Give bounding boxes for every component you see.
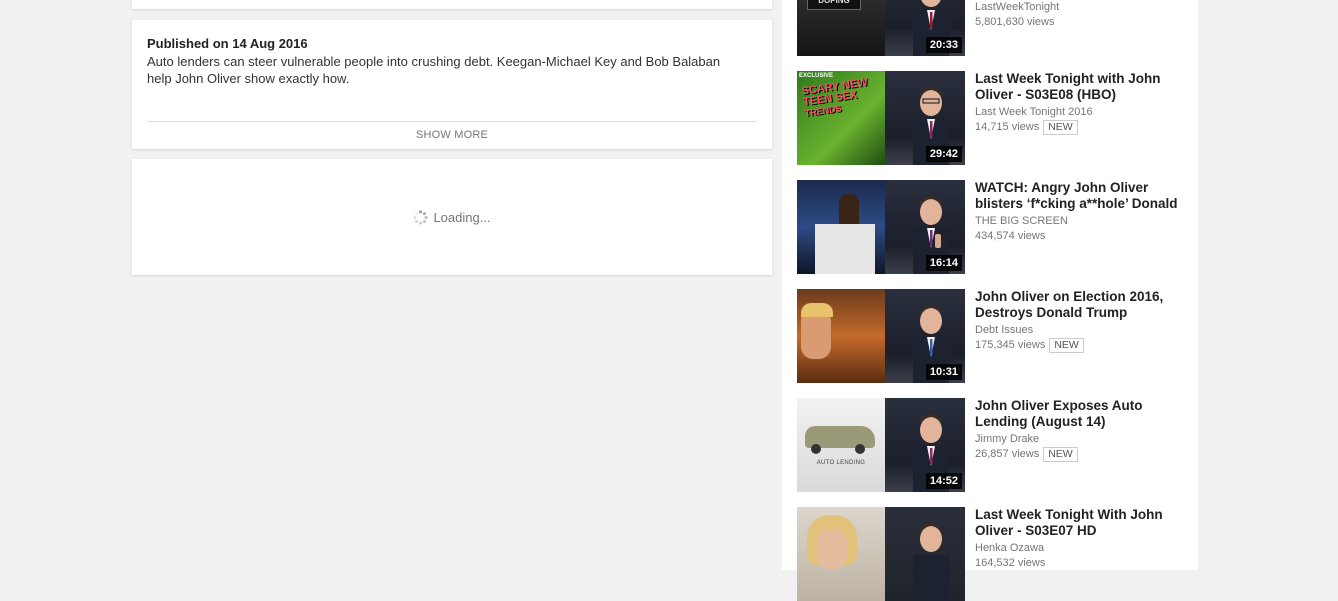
- divider: [147, 121, 757, 122]
- related-video-item[interactable]: DOPING 20:33 LastWeekTonight 5,801,630 v…: [797, 0, 1177, 56]
- video-duration: 10:31: [925, 364, 962, 380]
- channel-name[interactable]: THE BIG SCREEN: [975, 214, 1180, 228]
- video-title[interactable]: John Oliver Exposes Auto Lending (August…: [975, 398, 1180, 430]
- description-text: Auto lenders can steer vulnerable people…: [147, 54, 721, 86]
- video-duration: 20:33: [925, 37, 962, 53]
- video-thumbnail[interactable]: [797, 507, 965, 601]
- related-video-item[interactable]: Last Week Tonight With John Oliver - S03…: [797, 507, 1177, 601]
- video-thumbnail[interactable]: DOPING 20:33: [797, 0, 965, 56]
- video-thumbnail[interactable]: 16:14: [797, 180, 965, 274]
- view-count: 5,801,630 views: [975, 16, 1055, 28]
- view-count: 26,857 views: [975, 448, 1040, 460]
- video-thumbnail[interactable]: AUTO LENDING 14:52: [797, 398, 965, 492]
- video-info-card: [132, 0, 772, 9]
- loading-label: Loading...: [433, 210, 491, 225]
- view-count: 175,345 views: [975, 339, 1046, 351]
- thumbnail-tag: EXCLUSIVE: [799, 73, 834, 79]
- channel-name[interactable]: Debt Issues: [975, 323, 1180, 337]
- related-video-item[interactable]: 10:31 John Oliver on Election 2016, Dest…: [797, 289, 1177, 383]
- related-video-item[interactable]: 16:14 WATCH: Angry John Oliver blisters …: [797, 180, 1180, 274]
- video-duration: 16:14: [925, 255, 962, 271]
- channel-name[interactable]: LastWeekTonight: [975, 0, 1180, 14]
- video-duration: 29:42: [925, 146, 962, 162]
- video-title[interactable]: John Oliver on Election 2016, Destroys D…: [975, 289, 1180, 321]
- video-title[interactable]: Last Week Tonight with John Oliver - S03…: [975, 71, 1180, 103]
- loading-spinner-icon: [413, 210, 429, 225]
- show-more-button[interactable]: SHOW MORE: [132, 129, 772, 141]
- video-duration: 14:52: [925, 473, 962, 489]
- thumbnail-caption: DOPING: [807, 0, 861, 10]
- published-date: Published on 14 Aug 2016: [147, 36, 308, 51]
- thumbnail-caption: AUTO LENDING: [816, 460, 866, 466]
- comments-card: Loading...: [132, 159, 772, 275]
- new-badge: NEW: [1043, 447, 1078, 462]
- video-title[interactable]: WATCH: Angry John Oliver blisters ‘f*cki…: [975, 180, 1180, 212]
- related-video-item[interactable]: EXCLUSIVE SCARY NEW TEEN SEX TRENDS 29:4…: [797, 71, 1177, 165]
- view-count: 164,532 views: [975, 557, 1046, 569]
- channel-name[interactable]: Jimmy Drake: [975, 432, 1180, 446]
- related-videos-sidebar: DOPING 20:33 LastWeekTonight 5,801,630 v…: [782, 0, 1198, 601]
- video-thumbnail[interactable]: EXCLUSIVE SCARY NEW TEEN SEX TRENDS 29:4…: [797, 71, 965, 165]
- new-badge: NEW: [1049, 338, 1084, 353]
- description-card: Published on 14 Aug 2016 Auto lenders ca…: [132, 20, 772, 149]
- video-title[interactable]: Last Week Tonight With John Oliver - S03…: [975, 507, 1180, 539]
- view-count: 14,715 views: [975, 121, 1040, 133]
- view-count: 434,574 views: [975, 230, 1046, 242]
- video-thumbnail[interactable]: 10:31: [797, 289, 965, 383]
- channel-name[interactable]: Henka Ozawa: [975, 541, 1180, 555]
- comments-loading: Loading...: [132, 210, 772, 225]
- new-badge: NEW: [1043, 120, 1078, 135]
- channel-name[interactable]: Last Week Tonight 2016: [975, 105, 1180, 119]
- related-video-item[interactable]: AUTO LENDING 14:52 John Oliver Exposes A…: [797, 398, 1177, 492]
- host-figure-icon: [913, 523, 949, 601]
